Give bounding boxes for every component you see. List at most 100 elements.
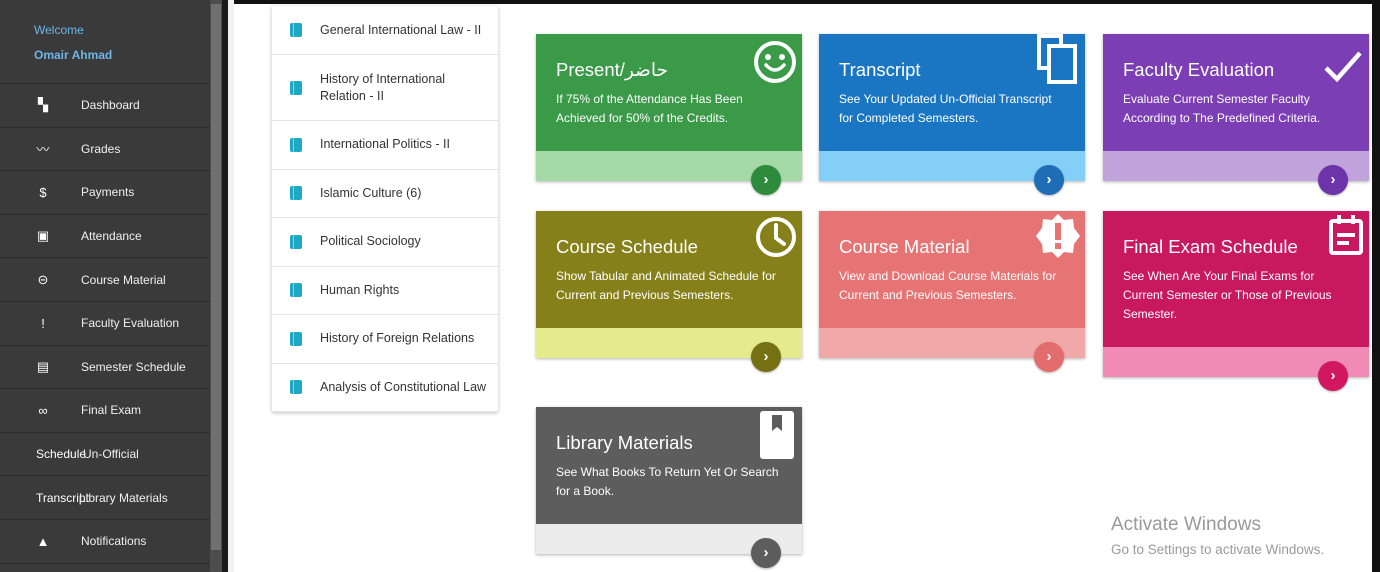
course-item[interactable]: International Politics - II: [272, 121, 498, 170]
card-course-schedule[interactable]: Course Schedule Show Tabular and Animated…: [536, 211, 802, 372]
sidebar-item-6[interactable]: ! Faculty Evaluation: [0, 302, 222, 346]
sidebar-item-label: Payments: [81, 185, 135, 200]
card-description: Show Tabular and Animated Schedule for C…: [556, 269, 776, 302]
card-title: Faculty Evaluation: [1123, 59, 1275, 80]
course-name: Human Rights: [320, 282, 400, 297]
course-name: Political Sociology: [320, 234, 421, 249]
card-open-button[interactable]: ›: [1034, 342, 1064, 372]
sidebar-item-10[interactable]: Transcript Library Materials: [0, 476, 222, 520]
course-name: History of International Relation - II: [320, 71, 446, 103]
sidebar-item-4[interactable]: ▣ Attendance: [0, 215, 222, 259]
dashboard-icon: ▚: [38, 97, 48, 113]
card-course-material[interactable]: Course Material View and Download Course …: [819, 211, 1085, 372]
link-icon: ⊝: [37, 271, 49, 287]
card-open-button[interactable]: ›: [1318, 165, 1348, 195]
sidebar-item-7[interactable]: ▤ Semester Schedule: [0, 346, 222, 390]
course-item[interactable]: Analysis of Constitutional Law: [272, 364, 498, 412]
card-description: Evaluate Current Semester Faculty Accord…: [1123, 92, 1321, 125]
course-item[interactable]: Islamic Culture (6): [272, 170, 498, 218]
schedule-icon: ▤: [36, 358, 50, 374]
card-title: Library Materials: [556, 432, 693, 453]
watermark-subtitle: Go to Settings to activate Windows.: [1111, 542, 1325, 557]
welcome-label: Welcome: [34, 23, 84, 37]
course-name: General International Law - II: [320, 22, 482, 37]
book-icon: [290, 137, 302, 152]
card-open-button[interactable]: ›: [1034, 165, 1064, 195]
clock-icon: [754, 215, 798, 264]
course-name: Analysis of Constitutional Law: [320, 379, 487, 394]
course-item[interactable]: History of Foreign Relations: [272, 315, 498, 364]
card-description: View and Download Course Materials for C…: [839, 269, 1057, 302]
card-open-button[interactable]: ›: [751, 165, 781, 195]
sidebar-item-2[interactable]: 〰 Grades: [0, 128, 222, 172]
card-faculty-evaluation[interactable]: Faculty Evaluation Evaluate Current Semes…: [1103, 34, 1369, 195]
book-icon: [290, 331, 302, 346]
course-item[interactable]: History of International Relation - II: [272, 55, 498, 121]
alert-badge-icon: [1035, 213, 1081, 264]
windows-watermark: Activate Windows Go to Settings to activ…: [1111, 513, 1324, 560]
card-present[interactable]: Present/حاضر If 75% of the Attendance Has…: [536, 34, 802, 195]
course-name: Islamic Culture (6): [320, 185, 422, 200]
course-name: History of Foreign Relations: [320, 331, 475, 346]
sidebar-item-8[interactable]: ∞ Final Exam: [0, 389, 222, 433]
feedback-icon: !: [41, 315, 45, 331]
book-icon: [290, 186, 302, 201]
sidebar-item-label: Faculty Evaluation: [81, 316, 180, 331]
book-icon: [290, 23, 302, 37]
sidebar-item-1[interactable]: ▚ Dashboard: [0, 84, 222, 128]
course-item[interactable]: Political Sociology: [272, 218, 498, 267]
right-frame: [1372, 0, 1380, 572]
sidebar-item-11[interactable]: ▲ Notifications: [0, 520, 222, 564]
sidebar: Welcome Omair Ahmad ▚ Dashboard 〰 Grades $ Pa…: [0, 0, 228, 572]
grades-icon: 〰: [36, 142, 50, 158]
card-open-button[interactable]: ›: [751, 342, 781, 372]
card-title: Course Material: [839, 236, 970, 257]
sidebar-item-9[interactable]: Schedule Un-Official: [0, 433, 222, 477]
watermark-title: Activate Windows: [1111, 514, 1261, 535]
sidebar-item-label: Course Material: [81, 272, 166, 287]
calendar-note-icon: [1329, 215, 1363, 260]
smiley-icon: [751, 38, 799, 91]
course-list: General International Law - II History of…: [272, 6, 498, 412]
card-transcript[interactable]: Transcript See Your Updated Un-Official T…: [819, 34, 1085, 195]
sidebar-item-5[interactable]: ⊝ Course Material: [0, 258, 222, 302]
sidebar-item-label: Dashboard: [81, 98, 140, 113]
copy-icon: [1035, 34, 1079, 89]
sidebar-item-label: Grades: [81, 141, 121, 156]
graduation-cap-icon: Schedule: [36, 447, 87, 462]
course-item[interactable]: General International Law - II: [272, 6, 498, 55]
dollar-icon: $: [39, 184, 47, 200]
card-description: See Your Updated Un-Official Transcript …: [839, 92, 1052, 125]
card-title: Transcript: [839, 59, 921, 80]
user-welcome: Welcome Omair Ahmad: [0, 0, 222, 84]
calendar-icon: ▣: [36, 228, 50, 244]
checkmark-icon: [1323, 48, 1363, 89]
course-item[interactable]: Human Rights: [272, 267, 498, 315]
scrollbar-thumb[interactable]: [211, 4, 221, 550]
user-name: Omair Ahmad: [34, 48, 113, 62]
sidebar-scrollbar[interactable]: [210, 0, 222, 572]
card-open-button[interactable]: ›: [1318, 361, 1348, 391]
sidebar-item-label: Attendance: [81, 229, 142, 244]
book-icon: [290, 80, 302, 95]
card-description: If 75% of the Attendance Has Been Achiev…: [556, 92, 743, 125]
bell-icon: ▲: [36, 533, 50, 549]
sidebar-item-label: Library Materials: [79, 490, 168, 505]
infinity-icon: ∞: [38, 402, 48, 418]
sidebar-item-label: Semester Schedule: [81, 359, 186, 374]
sidebar-item-label: Notifications: [81, 534, 147, 549]
sidebar-item-3[interactable]: $ Payments: [0, 171, 222, 215]
card-library-materials[interactable]: Library Materials See What Books To Retur…: [536, 407, 802, 568]
card-description: See What Books To Return Yet Or Search f…: [556, 465, 779, 498]
card-title: Present/حاضر: [556, 59, 668, 80]
bookmark-icon: [760, 411, 794, 464]
top-divider: [234, 0, 1380, 4]
card-description: See When Are Your Final Exams for Curren…: [1123, 269, 1332, 321]
main-content: General International Law - II History of…: [234, 0, 1380, 572]
card-title: Course Schedule: [556, 236, 698, 257]
book-icon: [290, 234, 302, 249]
card-final-exam-schedule[interactable]: Final Exam Schedule See When Are Your Fin…: [1103, 211, 1369, 391]
book-icon: [290, 283, 302, 298]
card-open-button[interactable]: ›: [751, 538, 781, 568]
course-name: International Politics - II: [320, 137, 450, 152]
